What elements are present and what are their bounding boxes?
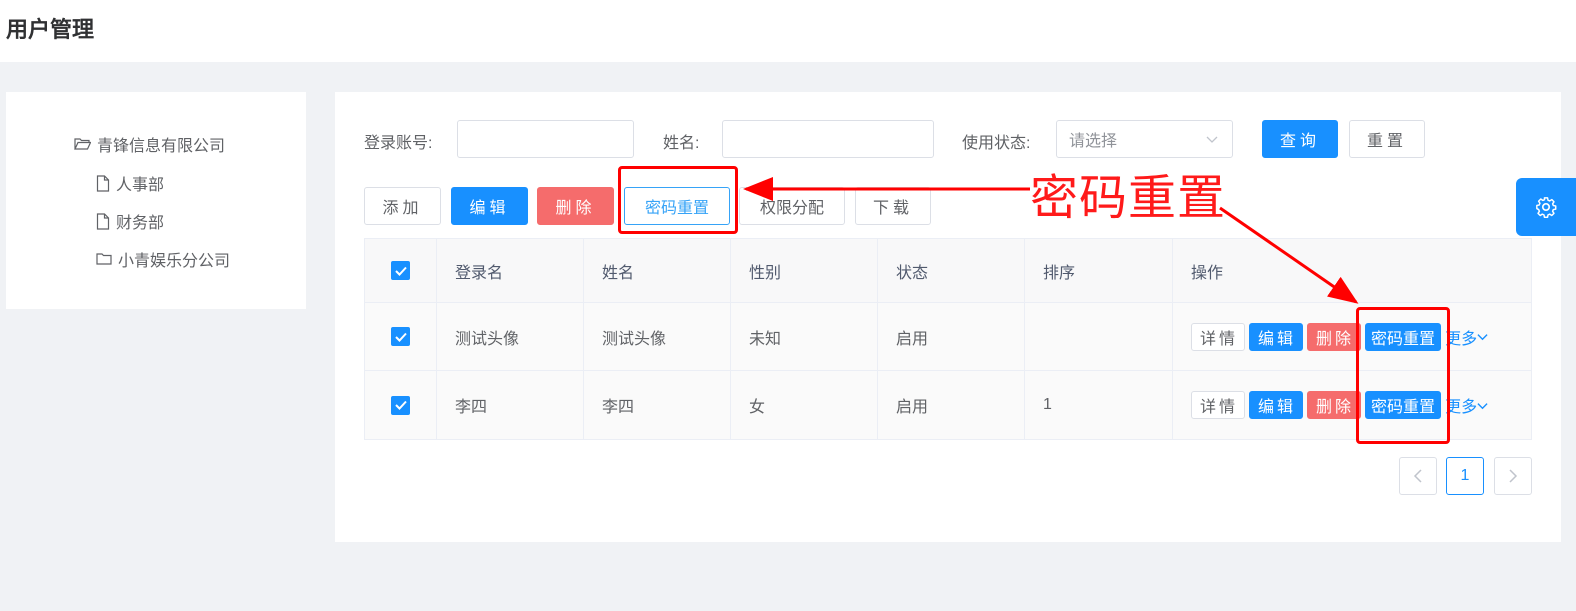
annotation-arrows (743, 177, 1359, 304)
annotation-arrow-down (1219, 206, 1359, 304)
